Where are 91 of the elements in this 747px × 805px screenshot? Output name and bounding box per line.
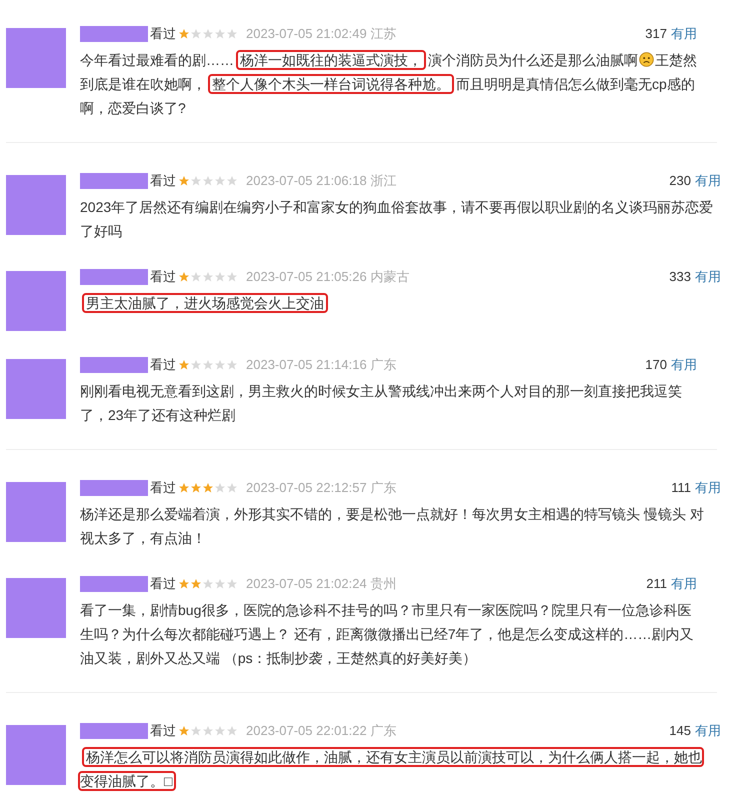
vote-count: 230	[669, 172, 691, 190]
watched-label: 看过	[150, 25, 176, 43]
watched-label: 看过	[150, 722, 176, 740]
redacted-username	[80, 357, 148, 373]
vote-count: 145	[669, 722, 691, 740]
watched-label: 看过	[150, 575, 176, 593]
star-icon	[214, 725, 226, 737]
star-icon	[202, 175, 214, 187]
review-time: 2023-07-05 22:12:57	[246, 479, 367, 497]
redacted-username	[80, 576, 148, 592]
star-icon	[202, 28, 214, 40]
redacted-username	[80, 480, 148, 496]
star-icon	[190, 271, 202, 283]
star-icon	[190, 578, 202, 590]
review-time: 2023-07-05 21:06:18	[246, 172, 367, 190]
review-text: 2023年了居然还有编剧在编穷小子和富家女的狗血俗套故事，请不要再假以职业剧的名义谈玛丽苏恋爱了好吗	[80, 198, 714, 241]
review-time: 2023-07-05 21:05:26	[246, 268, 367, 286]
review-text: 男主太油腻了，进火场感觉会火上交油	[80, 291, 716, 315]
avatar	[6, 359, 66, 419]
star-icon	[190, 28, 202, 40]
review-time: 2023-07-05 21:14:16	[246, 356, 367, 374]
star-icon	[226, 271, 238, 283]
star-icon	[202, 578, 214, 590]
useful-link[interactable]: 有用	[695, 478, 721, 498]
avatar	[6, 725, 66, 785]
watched-label: 看过	[150, 479, 176, 497]
star-icon	[202, 359, 214, 371]
review-location: 广东	[370, 722, 397, 740]
vote-count: 211	[646, 575, 667, 593]
star-icon	[190, 482, 202, 494]
star-icon	[214, 482, 226, 494]
review-time: 2023-07-05 21:02:49	[246, 25, 367, 43]
useful-link[interactable]: 有用	[695, 267, 721, 287]
redacted-username	[80, 26, 148, 42]
avatar	[6, 271, 66, 331]
star-icon	[214, 175, 226, 187]
star-icon	[190, 175, 202, 187]
review-location: 内蒙古	[370, 268, 410, 286]
star-icon	[178, 725, 190, 737]
vote-count: 333	[669, 268, 691, 286]
star-icon	[214, 578, 226, 590]
star-icon	[226, 482, 238, 494]
redacted-username	[80, 269, 148, 285]
vote-count: 317	[645, 25, 667, 43]
avatar	[6, 578, 66, 638]
review-location: 广东	[370, 356, 397, 374]
avatar	[6, 175, 66, 235]
review-text: 看了一集，剧情bug很多，医院的急诊科不挂号的吗？市里只有一家医院吗？院里只有一位急诊科医生吗？为什么每次都能碰巧遇上？ 还有，距离微微播出已经7年了，他是怎么变成这样的……剧内又油又装，剧外又怂又端 （ps：抵制抄袭，王楚然真的好美好美）	[80, 601, 695, 668]
vote-count: 111	[671, 479, 691, 497]
useful-link[interactable]: 有用	[695, 171, 721, 191]
star-icon	[178, 271, 190, 283]
vote-count: 170	[645, 356, 667, 374]
star-icon	[226, 28, 238, 40]
useful-link[interactable]: 有用	[671, 355, 697, 375]
star-icon	[178, 175, 190, 187]
review-text: 刚刚看电视无意看到这剧，男主救火的时候女主从警戒线冲出来两个人对目的那一刻直接把我逗笑了，23年了还有这种烂剧	[80, 382, 683, 425]
star-icon	[190, 725, 202, 737]
star-icon	[226, 175, 238, 187]
star-icon	[190, 359, 202, 371]
review-time: 2023-07-05 21:02:24	[246, 575, 367, 593]
redacted-username	[80, 173, 148, 189]
star-icon	[178, 28, 190, 40]
star-icon	[214, 271, 226, 283]
watched-label: 看过	[150, 356, 176, 374]
redacted-username	[80, 723, 148, 739]
useful-link[interactable]: 有用	[671, 574, 697, 594]
star-icon	[178, 359, 190, 371]
review-location: 贵州	[370, 575, 397, 593]
star-icon	[202, 482, 214, 494]
star-icon	[226, 725, 238, 737]
review-text: 今年看过最难看的剧…… 杨洋一如既往的装逼式演技， 演个消防员为什么还是那么油腻啊 王楚然到底是谁在吹她啊， 整个人像个木头一样台词说得各种尬。 而且明明是真情侣怎么做到毫无cp感的啊，恋爱白谈了?	[80, 51, 697, 118]
useful-link[interactable]: 有用	[695, 721, 721, 741]
avatar	[6, 482, 66, 542]
review-location: 江苏	[370, 25, 397, 43]
star-icon	[178, 578, 190, 590]
star-icon	[226, 359, 238, 371]
review-location: 浙江	[370, 172, 397, 190]
watched-label: 看过	[150, 172, 176, 190]
useful-link[interactable]: 有用	[671, 24, 697, 44]
star-icon	[202, 725, 214, 737]
review-text: 杨洋怎么可以将消防员演得如此做作，油腻，还有女主演员以前演技可以，为什么俩人搭一起，她也变得油腻了。□	[80, 748, 703, 791]
star-icon	[202, 271, 214, 283]
review-time: 2023-07-05 22:01:22	[246, 722, 367, 740]
star-icon	[214, 28, 226, 40]
review-location: 广东	[370, 479, 397, 497]
watched-label: 看过	[150, 268, 176, 286]
avatar	[6, 28, 66, 88]
star-icon	[214, 359, 226, 371]
star-icon	[178, 482, 190, 494]
review-text: 杨洋还是那么爱端着演，外形其实不错的，要是松弛一点就好！每次男女主相遇的特写镜头 慢镜头 对视太多了，有点油！	[80, 505, 705, 548]
star-icon	[226, 578, 238, 590]
